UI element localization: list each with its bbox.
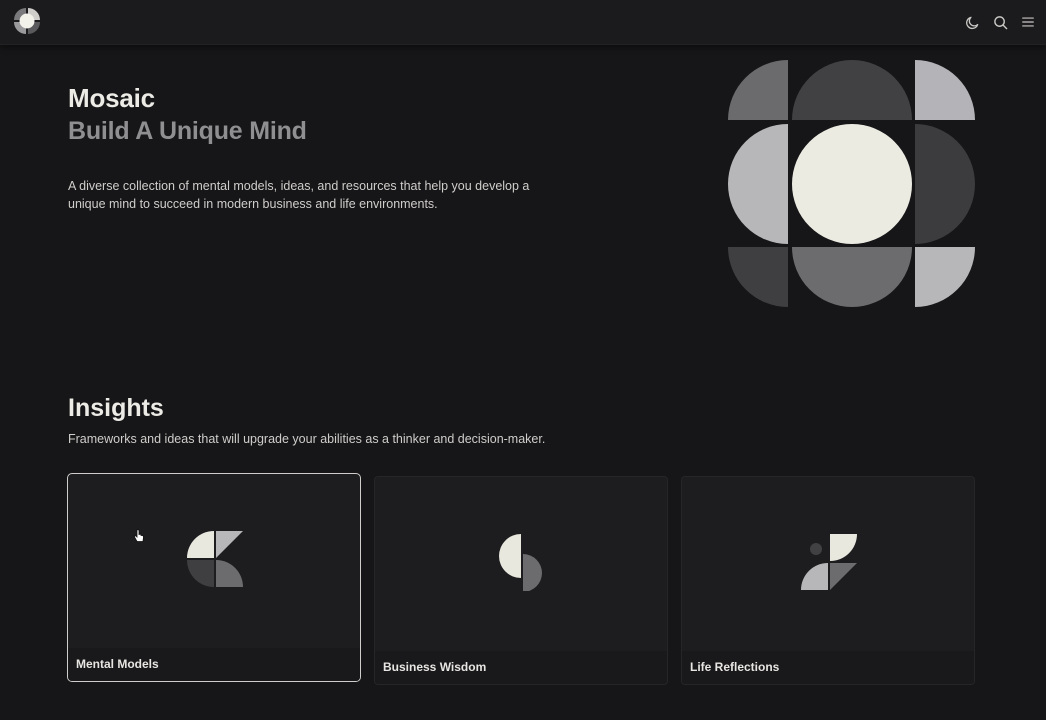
- card-label: Business Wisdom: [383, 660, 487, 674]
- hand-cursor-icon: [133, 529, 145, 543]
- header-actions: [964, 12, 1036, 32]
- insights-heading: Insights: [68, 394, 164, 422]
- business-wisdom-icon: [493, 533, 551, 592]
- hero-description: A diverse collection of mental models, i…: [68, 179, 530, 211]
- card-mental-models[interactable]: Mental Models: [67, 473, 361, 682]
- life-reflections-icon: [800, 533, 858, 591]
- page-subtitle: Build A Unique Mind: [68, 117, 307, 145]
- page-title: Mosaic: [68, 83, 155, 113]
- insights-description: Frameworks and ideas that will upgrade y…: [68, 432, 546, 446]
- mosaic-hero-art-icon: [728, 60, 976, 308]
- mosaic-logo-icon[interactable]: [12, 6, 42, 36]
- moon-icon[interactable]: [964, 12, 980, 32]
- card-label: Life Reflections: [690, 660, 780, 674]
- menu-icon[interactable]: [1020, 12, 1036, 32]
- card-label: Mental Models: [76, 657, 159, 671]
- card-business-wisdom[interactable]: Business Wisdom: [374, 476, 668, 685]
- top-bar: [0, 0, 1046, 45]
- mental-models-icon: [186, 530, 244, 588]
- search-icon[interactable]: [992, 12, 1008, 32]
- card-life-reflections[interactable]: Life Reflections: [681, 476, 975, 685]
